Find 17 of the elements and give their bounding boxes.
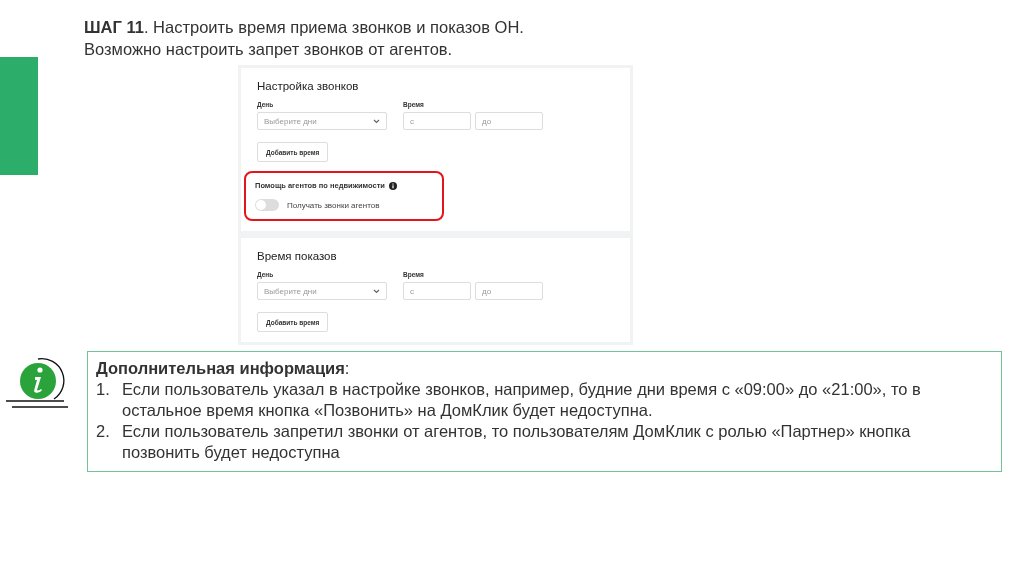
card-heading: Настройка звонков	[257, 80, 360, 92]
list-number: 2.	[96, 421, 111, 442]
time-from-field[interactable]: с	[403, 282, 471, 300]
toggle-label: Получать звонки агентов	[287, 200, 380, 210]
info-text: Если пользователь запретил звонки от агентов, то пользователям ДомКлик с ролью «Партнер» кнопка позвонить будет недоступна	[122, 421, 912, 463]
chevron-down-icon	[373, 118, 380, 124]
chevron-down-icon	[373, 288, 380, 294]
list-number: 1.	[96, 379, 111, 400]
time-to-field[interactable]: до	[475, 112, 543, 130]
time-from-field[interactable]: с	[403, 112, 471, 130]
slide-title: ШАГ 11. Настроить время приема звонков и показов ОН. Возможно настроить запрет звонков от агентов.	[84, 17, 525, 60]
toggle-switch[interactable]	[255, 199, 279, 211]
info-heading: Дополнительная информация:	[96, 358, 351, 379]
info-icon	[388, 181, 397, 190]
info-text: Если пользователь указал в настройке звонков, например, будние дни время с «09:00» до «21:00», то в остальное время кнопка «Позвонить» на ДомКлик будет недоступна.	[122, 379, 922, 421]
time-to-field[interactable]: до	[475, 282, 543, 300]
card-heading: Время показов	[257, 250, 338, 262]
